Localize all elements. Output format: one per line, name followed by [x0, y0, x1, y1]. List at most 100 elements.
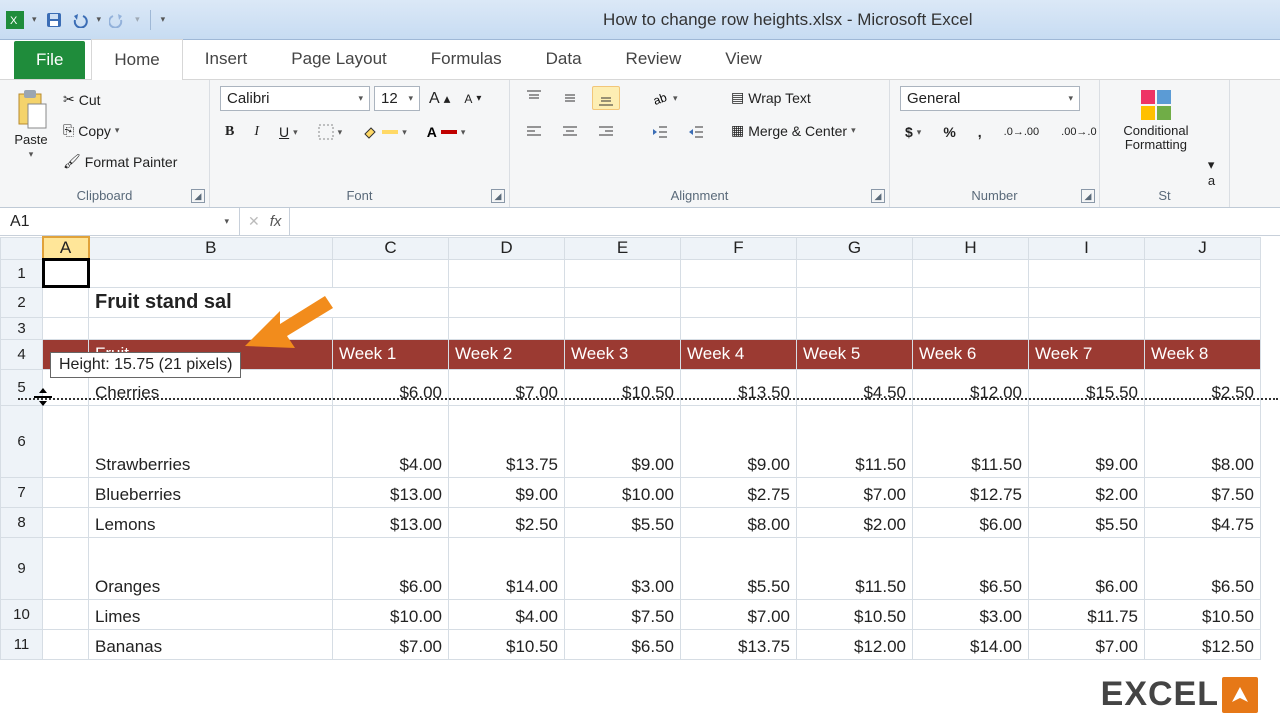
- table-header-cell[interactable]: Week 3: [565, 339, 681, 369]
- select-all-corner[interactable]: [1, 237, 43, 259]
- value-cell[interactable]: $6.00: [913, 507, 1029, 537]
- col-header-F[interactable]: F: [681, 237, 797, 259]
- value-cell[interactable]: $9.00: [449, 477, 565, 507]
- cell[interactable]: [449, 287, 565, 317]
- cell[interactable]: [1145, 259, 1261, 287]
- value-cell[interactable]: $2.75: [681, 477, 797, 507]
- col-header-H[interactable]: H: [913, 237, 1029, 259]
- cell[interactable]: [1029, 287, 1145, 317]
- tab-data[interactable]: Data: [524, 39, 604, 79]
- cell[interactable]: [333, 317, 449, 339]
- align-center-icon[interactable]: [556, 120, 584, 144]
- cell[interactable]: [913, 287, 1029, 317]
- value-cell[interactable]: $3.00: [565, 537, 681, 599]
- value-cell[interactable]: $13.00: [333, 477, 449, 507]
- comma-format-icon[interactable]: ,: [973, 121, 987, 143]
- row-header-6[interactable]: 6: [1, 405, 43, 477]
- fruit-name-cell[interactable]: Oranges: [89, 537, 333, 599]
- col-header-E[interactable]: E: [565, 237, 681, 259]
- value-cell[interactable]: $13.75: [449, 405, 565, 477]
- value-cell[interactable]: $14.00: [913, 629, 1029, 659]
- row-header-8[interactable]: 8: [1, 507, 43, 537]
- value-cell[interactable]: $10.00: [333, 599, 449, 629]
- decrease-indent-icon[interactable]: [646, 120, 674, 144]
- undo-dropdown-icon[interactable]: ▾: [97, 14, 102, 25]
- undo-icon[interactable]: [71, 11, 89, 29]
- font-size-select[interactable]: 12▾: [374, 86, 420, 111]
- value-cell[interactable]: $7.50: [1145, 477, 1261, 507]
- cut-button[interactable]: ✂Cut: [58, 88, 182, 111]
- redo-icon[interactable]: [109, 11, 127, 29]
- decrease-font-icon[interactable]: A▾: [459, 89, 486, 109]
- underline-button[interactable]: U ▾: [274, 121, 303, 143]
- cell[interactable]: [913, 317, 1029, 339]
- row-header-7[interactable]: 7: [1, 477, 43, 507]
- font-color-button[interactable]: A ▾: [422, 121, 471, 143]
- value-cell[interactable]: $10.50: [1145, 599, 1261, 629]
- value-cell[interactable]: $12.50: [1145, 629, 1261, 659]
- font-dialog-launcher[interactable]: ◢: [491, 189, 505, 203]
- clipboard-dialog-launcher[interactable]: ◢: [191, 189, 205, 203]
- decrease-decimal-icon[interactable]: .00→.0: [1056, 123, 1101, 141]
- increase-font-icon[interactable]: A▴: [424, 87, 455, 111]
- formula-input[interactable]: [289, 208, 1280, 235]
- cell[interactable]: [43, 477, 89, 507]
- align-right-icon[interactable]: [592, 120, 620, 144]
- value-cell[interactable]: $4.00: [333, 405, 449, 477]
- number-format-select[interactable]: General▾: [900, 86, 1080, 111]
- value-cell[interactable]: $7.00: [1029, 629, 1145, 659]
- table-header-cell[interactable]: Week 6: [913, 339, 1029, 369]
- cell[interactable]: [89, 259, 333, 287]
- table-header-cell[interactable]: Week 1: [333, 339, 449, 369]
- value-cell[interactable]: $6.50: [565, 629, 681, 659]
- save-icon[interactable]: [45, 11, 63, 29]
- value-cell[interactable]: $9.00: [1029, 405, 1145, 477]
- value-cell[interactable]: $11.75: [1029, 599, 1145, 629]
- value-cell[interactable]: $11.50: [797, 405, 913, 477]
- borders-button[interactable]: ▾: [313, 121, 348, 143]
- cell[interactable]: [43, 629, 89, 659]
- orientation-icon[interactable]: ab▾: [646, 86, 683, 110]
- cell[interactable]: [797, 259, 913, 287]
- tab-page-layout[interactable]: Page Layout: [269, 39, 408, 79]
- fruit-name-cell[interactable]: Blueberries: [89, 477, 333, 507]
- value-cell[interactable]: $10.50: [797, 599, 913, 629]
- cell[interactable]: [43, 287, 89, 317]
- col-header-I[interactable]: I: [1029, 237, 1145, 259]
- cell[interactable]: [797, 317, 913, 339]
- value-cell[interactable]: $11.50: [913, 405, 1029, 477]
- cell[interactable]: [913, 259, 1029, 287]
- value-cell[interactable]: $5.50: [565, 507, 681, 537]
- value-cell[interactable]: $7.00: [681, 599, 797, 629]
- value-cell[interactable]: $3.00: [913, 599, 1029, 629]
- cell[interactable]: [681, 287, 797, 317]
- row-header-4[interactable]: 4: [1, 339, 43, 369]
- format-painter-button[interactable]: 🖌Format Painter: [58, 150, 182, 173]
- value-cell[interactable]: $6.00: [1029, 537, 1145, 599]
- value-cell[interactable]: $5.50: [1029, 507, 1145, 537]
- value-cell[interactable]: $9.00: [681, 405, 797, 477]
- tab-home[interactable]: Home: [91, 39, 182, 80]
- row-header-3[interactable]: 3: [1, 317, 43, 339]
- fruit-name-cell[interactable]: Bananas: [89, 629, 333, 659]
- value-cell[interactable]: $8.00: [681, 507, 797, 537]
- fill-color-button[interactable]: ▾: [357, 121, 412, 143]
- row-header-11[interactable]: 11: [1, 629, 43, 659]
- value-cell[interactable]: $4.00: [449, 599, 565, 629]
- cell[interactable]: [1145, 317, 1261, 339]
- alignment-dialog-launcher[interactable]: ◢: [871, 189, 885, 203]
- merge-center-button[interactable]: ▦Merge & Center ▾: [726, 119, 861, 142]
- col-header-B[interactable]: B: [89, 237, 333, 259]
- cell[interactable]: [1029, 259, 1145, 287]
- tab-formulas[interactable]: Formulas: [409, 39, 524, 79]
- tab-review[interactable]: Review: [604, 39, 704, 79]
- value-cell[interactable]: $6.50: [913, 537, 1029, 599]
- copy-dropdown-icon[interactable]: ▾: [115, 125, 120, 136]
- worksheet[interactable]: ABCDEFGHIJ12Fruit stand sal34FruitWeek 1…: [0, 236, 1280, 660]
- tab-view[interactable]: View: [703, 39, 784, 79]
- table-header-cell[interactable]: Week 8: [1145, 339, 1261, 369]
- table-header-cell[interactable]: Week 5: [797, 339, 913, 369]
- wrap-text-button[interactable]: ▤Wrap Text: [726, 86, 861, 109]
- copy-button[interactable]: ⎘Copy ▾: [58, 119, 182, 142]
- italic-button[interactable]: I: [249, 121, 264, 143]
